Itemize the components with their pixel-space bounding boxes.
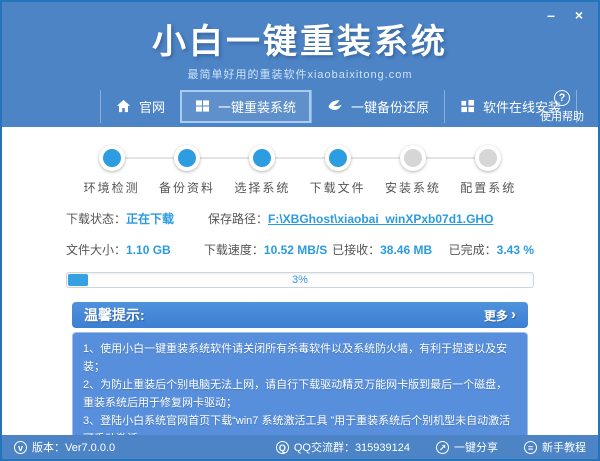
share-label: 一键分享 xyxy=(454,442,498,454)
save-path-link[interactable]: F:\XBGhost\xiaobai_winXPxb07d1.GHO xyxy=(268,212,493,226)
download-speed-label: 下载速度： xyxy=(203,243,264,257)
tip-line-2: 2、为防止重装后个别电脑无法上网，请自行下载驱动精灵万能网卡版到最后一个磁盘，重… xyxy=(83,379,508,409)
backup-restore-icon xyxy=(327,99,343,113)
chevron-right-icon: › xyxy=(511,306,516,323)
tutorial-label: 新手教程 xyxy=(542,442,586,454)
help-label: 使用帮助 xyxy=(540,111,584,123)
app-title: 小白一键重装系统 xyxy=(152,23,448,61)
tip-line-1: 1、使用小白一键重装系统软件请关闭所有杀毒软件以及系统防火墙，有利于提速以及安装… xyxy=(83,343,508,373)
tips-header: 温馨提示: 更多 › xyxy=(72,302,528,328)
step-dot xyxy=(324,145,351,171)
download-speed: 下载速度：10.52 MB/S xyxy=(204,241,332,258)
step-label: 选择系统 xyxy=(234,181,291,195)
file-size: 文件大小：1.10 GB xyxy=(66,241,204,258)
apps-grid-icon xyxy=(460,99,475,113)
home-icon xyxy=(116,99,131,113)
stats-row-1: 下载状态：正在下载 保存路径：F:\XBGhost\xiaobai_winXPx… xyxy=(66,210,534,227)
save-path-label: 保存路径： xyxy=(208,212,269,226)
step-label: 配置系统 xyxy=(460,181,517,195)
share-icon: ↗ xyxy=(436,440,449,454)
step-dot xyxy=(249,145,276,171)
download-speed-value: 10.52 MB/S xyxy=(263,243,328,257)
completed-value: 3.43 % xyxy=(496,243,534,257)
tips-more-link[interactable]: 更多 › xyxy=(484,307,516,324)
step-dot xyxy=(399,145,426,171)
received-label: 已接收： xyxy=(332,243,381,257)
received-value: 38.46 MB xyxy=(380,243,433,257)
windows-icon xyxy=(195,99,210,113)
app-subtitle: 最简单好用的重装软件xiaobaixitong.com xyxy=(187,69,413,81)
version-info: v 版本：Ver7.0.0.0 xyxy=(14,439,115,455)
version-icon: v xyxy=(14,440,27,454)
footer-links: Q QQ交流群：315939124 ↗ 一键分享 ≡ 新手教程 xyxy=(275,439,586,455)
tips-title: 温馨提示: xyxy=(84,307,145,323)
step-select-system: 选择系统 xyxy=(225,145,300,196)
step-label: 环境检测 xyxy=(83,181,140,195)
tab-reinstall-system[interactable]: 一键重装系统 xyxy=(180,89,312,123)
completed-label: 已完成： xyxy=(448,243,497,257)
step-label: 安装系统 xyxy=(384,181,441,195)
tips-more-label: 更多 xyxy=(483,308,508,323)
qq-group-label: QQ交流群：315939124 xyxy=(293,442,410,454)
tab-label: 一键备份还原 xyxy=(351,99,430,115)
window-controls: – × xyxy=(542,6,588,24)
received: 已接收：38.46 MB xyxy=(332,241,449,258)
question-icon: ? xyxy=(554,90,570,106)
nav-tabs: 官网 一键重装系统 一键备份还原 软件在线安装 xyxy=(100,89,578,123)
qq-group-link[interactable]: Q QQ交流群：315939124 xyxy=(275,439,410,455)
step-backup-data: 备份资料 xyxy=(149,145,224,196)
header: – × 小白一键重装系统 最简单好用的重装软件xiaobaixitong.com xyxy=(2,2,598,85)
step-dot xyxy=(173,145,200,171)
progress-percent-text: 3% xyxy=(292,274,308,286)
app-window: – × 小白一键重装系统 最简单好用的重装软件xiaobaixitong.com… xyxy=(0,0,600,461)
close-button[interactable]: × xyxy=(570,6,588,24)
step-configure-system: 配置系统 xyxy=(451,145,526,196)
file-size-label: 文件大小： xyxy=(66,243,127,257)
step-dot xyxy=(98,145,125,171)
version-label: 版本：Ver7.0.0.0 xyxy=(32,442,116,454)
download-status-value: 正在下载 xyxy=(126,212,175,226)
tab-official-site[interactable]: 官网 xyxy=(100,89,180,123)
step-label: 下载文件 xyxy=(309,181,366,195)
tutorial-icon: ≡ xyxy=(524,440,537,454)
save-path: 保存路径：F:\XBGhost\xiaobai_winXPxb07d1.GHO xyxy=(208,210,493,227)
footer-bar: v 版本：Ver7.0.0.0 Q QQ交流群：315939124 ↗ 一键分享… xyxy=(2,435,598,459)
download-status: 下载状态：正在下载 xyxy=(66,210,208,227)
step-env-check: 环境检测 xyxy=(74,145,149,196)
tutorial-button[interactable]: ≡ 新手教程 xyxy=(524,439,586,455)
file-size-value: 1.10 GB xyxy=(126,243,171,257)
stats-row-2: 文件大小：1.10 GB 下载速度：10.52 MB/S 已接收：38.46 M… xyxy=(66,241,534,258)
download-status-label: 下载状态： xyxy=(66,212,127,226)
progress-steps: 环境检测 备份资料 选择系统 下载文件 安装系统 配置系统 xyxy=(74,145,526,196)
step-dot xyxy=(475,145,502,171)
step-download-files: 下载文件 xyxy=(300,145,375,196)
progress-bar: 3% xyxy=(66,272,534,288)
step-install-system: 安装系统 xyxy=(375,145,450,196)
completed: 已完成：3.43 % xyxy=(449,241,534,258)
tab-label: 官网 xyxy=(139,99,166,115)
download-stats: 下载状态：正在下载 保存路径：F:\XBGhost\xiaobai_winXPx… xyxy=(2,196,598,258)
share-button[interactable]: ↗ 一键分享 xyxy=(436,439,498,455)
tab-backup-restore[interactable]: 一键备份还原 xyxy=(311,89,444,123)
step-label: 备份资料 xyxy=(158,181,215,195)
minimize-button[interactable]: – xyxy=(542,6,560,24)
qq-icon: Q xyxy=(275,440,289,454)
tab-label: 一键重装系统 xyxy=(218,99,297,115)
nav-bar: 官网 一键重装系统 一键备份还原 软件在线安装 ? 使用帮助 xyxy=(2,85,598,127)
tips-panel: 温馨提示: 更多 › 1、使用小白一键重装系统软件请关闭所有杀毒软件以及系统防火… xyxy=(72,302,528,456)
help-button[interactable]: ? 使用帮助 xyxy=(540,90,584,124)
